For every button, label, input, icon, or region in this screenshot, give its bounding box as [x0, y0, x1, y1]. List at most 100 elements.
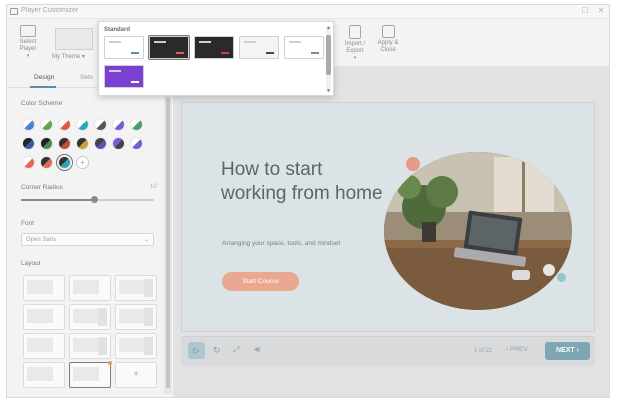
- apply-close-button[interactable]: Apply & Close: [374, 25, 402, 54]
- theme-dropdown-popup: Standard ▲ ▼: [98, 21, 334, 96]
- color-scheme-swatch[interactable]: [112, 118, 125, 131]
- popup-scrollbar-thumb[interactable]: [326, 35, 331, 75]
- theme-thumbnail[interactable]: [239, 36, 279, 59]
- player-icon: [20, 25, 36, 37]
- theme-preview[interactable]: [55, 28, 93, 50]
- layout-option[interactable]: [69, 275, 111, 301]
- theme-thumbnail[interactable]: [104, 36, 144, 59]
- window-title: Player Customizer: [21, 7, 79, 14]
- corner-radius-slider-fill: [21, 199, 95, 201]
- maximize-button[interactable]: ☐: [578, 6, 592, 15]
- theme-thumbnail[interactable]: [194, 36, 234, 59]
- title-bar: Player Customizer ☐ ✕: [7, 5, 609, 19]
- color-scheme-swatch[interactable]: [40, 156, 53, 169]
- app-icon: [10, 8, 18, 15]
- volume-icon[interactable]: ◀): [254, 346, 261, 353]
- tab-design[interactable]: Design: [34, 74, 54, 81]
- active-tab-indicator: [30, 86, 56, 88]
- decor-dot: [557, 273, 566, 282]
- corner-radius-value: 10: [150, 184, 157, 190]
- play-button[interactable]: ▷: [188, 342, 205, 359]
- color-scheme-swatch[interactable]: [130, 118, 143, 131]
- layout-option[interactable]: [115, 304, 157, 330]
- next-button[interactable]: NEXT ›: [545, 342, 590, 360]
- theme-thumbnail[interactable]: [104, 65, 144, 88]
- color-scheme-swatch[interactable]: [58, 156, 71, 169]
- fullscreen-icon[interactable]: ⤢: [233, 345, 239, 355]
- layout-option[interactable]: [23, 304, 65, 330]
- player-controls: [181, 336, 595, 366]
- prev-button[interactable]: ‹ PREV: [506, 346, 528, 353]
- thumbnail-button: [131, 52, 139, 54]
- left-panel-scrollbar-thumb[interactable]: [166, 98, 170, 388]
- color-scheme-swatch[interactable]: [76, 118, 89, 131]
- document-icon: [349, 25, 361, 39]
- color-scheme-swatch[interactable]: [22, 118, 35, 131]
- thumbnail-line: [199, 41, 211, 43]
- font-label: Font: [21, 220, 35, 227]
- layout-preview-area: [119, 338, 145, 352]
- thumbnail-line: [154, 41, 166, 43]
- add-layout-button[interactable]: +: [115, 362, 157, 388]
- layout-preview-area: [27, 338, 53, 352]
- slide-title: How to start working from home: [221, 159, 383, 204]
- chevron-down-icon: ▾: [81, 54, 85, 60]
- scroll-up-icon[interactable]: ▲: [326, 25, 331, 31]
- color-scheme-swatch[interactable]: [22, 137, 35, 150]
- thumbnail-line: [109, 70, 121, 72]
- add-color-scheme-button[interactable]: +: [76, 156, 89, 169]
- layout-option[interactable]: [23, 362, 65, 388]
- layout-option[interactable]: [69, 304, 111, 330]
- theme-name: My Theme: [52, 54, 81, 60]
- color-scheme-swatch[interactable]: [94, 118, 107, 131]
- thumbnail-button: [311, 52, 319, 54]
- selected-indicator: [108, 361, 112, 365]
- layout-sidebar: [144, 337, 153, 355]
- import-export-button[interactable]: Import / Export ▾: [340, 25, 370, 62]
- layout-option[interactable]: [115, 333, 157, 359]
- thumbnail-button: [221, 52, 229, 54]
- color-scheme-swatch[interactable]: [40, 118, 53, 131]
- corner-radius-label: Corner Radius: [21, 184, 63, 191]
- layout-preview-area: [27, 309, 53, 323]
- layout-option[interactable]: [23, 333, 65, 359]
- replay-icon[interactable]: ↻: [213, 345, 221, 356]
- workspace-photo-icon: [384, 152, 572, 310]
- layout-sidebar: [144, 279, 153, 297]
- theme-thumbnail[interactable]: [284, 36, 324, 59]
- layout-sidebar: [98, 308, 107, 326]
- color-scheme-swatch[interactable]: [76, 137, 89, 150]
- thumbnail-button: [266, 52, 274, 54]
- layout-option[interactable]: [69, 361, 112, 388]
- color-scheme-swatch[interactable]: [112, 137, 125, 150]
- scroll-down-icon[interactable]: ▼: [326, 88, 331, 94]
- layout-option[interactable]: [69, 333, 111, 359]
- start-course-button[interactable]: Start Course: [222, 272, 299, 291]
- color-scheme-swatch[interactable]: [94, 137, 107, 150]
- color-scheme-swatch[interactable]: [40, 137, 53, 150]
- thumbnail-line: [289, 41, 301, 43]
- layout-preview-area: [73, 367, 99, 381]
- layout-preview-area: [73, 309, 99, 323]
- thumbnail-button: [131, 81, 139, 83]
- layout-preview-area: [27, 367, 53, 381]
- color-scheme-swatch[interactable]: [58, 118, 71, 131]
- slide-photo: [384, 152, 572, 310]
- select-player-label: Select Player: [19, 39, 37, 52]
- theme-dropdown-label[interactable]: My Theme ▾: [52, 53, 85, 60]
- color-scheme-swatch[interactable]: [22, 156, 35, 169]
- tab-sets[interactable]: Sets: [80, 74, 93, 81]
- color-scheme-swatch[interactable]: [58, 137, 71, 150]
- thumbnail-button: [176, 52, 184, 54]
- theme-thumbnail[interactable]: [148, 35, 190, 60]
- font-select[interactable]: Open Sans ⌄: [21, 233, 154, 246]
- select-player-button[interactable]: Select Player ▾: [15, 25, 41, 60]
- popup-section-title: Standard: [104, 27, 131, 33]
- layout-sidebar: [98, 337, 107, 355]
- layout-option[interactable]: [23, 275, 65, 301]
- layout-option[interactable]: [115, 275, 157, 301]
- import-export-label: Import / Export: [344, 41, 366, 54]
- color-scheme-swatch[interactable]: [130, 137, 143, 150]
- close-button[interactable]: ✕: [594, 6, 608, 15]
- thumbnail-line: [109, 41, 121, 43]
